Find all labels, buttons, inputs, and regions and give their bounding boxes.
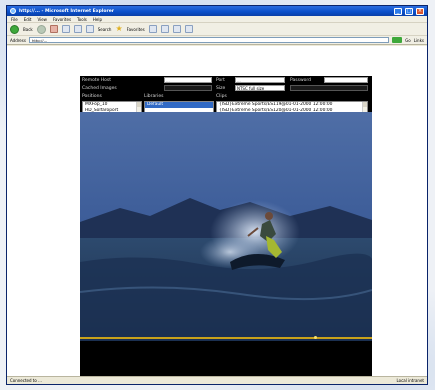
address-input[interactable]: http://...	[28, 37, 390, 43]
positions-label: Positions	[82, 94, 102, 99]
address-bar: Address http://... Go Links	[7, 36, 427, 45]
toolbar: Back Search ★ Favorites	[7, 23, 427, 36]
libraries-label: Libraries	[144, 94, 164, 99]
links-label[interactable]: Links	[414, 38, 424, 43]
stop-icon[interactable]	[49, 25, 58, 33]
menu-edit[interactable]: Edit	[24, 17, 32, 22]
print-icon[interactable]	[184, 25, 193, 33]
favorites-button-label[interactable]: Favorites	[127, 27, 145, 32]
cached-images-label: Cached Images	[82, 86, 117, 91]
search-button-label[interactable]: Search	[98, 27, 112, 32]
menu-file[interactable]: File	[11, 17, 18, 22]
ie-icon	[10, 8, 16, 14]
timeline-knob[interactable]	[313, 336, 317, 339]
history-icon[interactable]	[160, 25, 169, 33]
back-arrow-icon[interactable]	[10, 24, 19, 34]
window-title: http://... - Microsoft Internet Explorer	[19, 8, 114, 14]
playback-timeline[interactable]	[80, 336, 372, 339]
close-button[interactable]: ×	[416, 7, 424, 15]
menu-tools[interactable]: Tools	[77, 17, 87, 22]
zone-text: Local intranet	[396, 378, 424, 383]
status-bar: Connected to ... Local intranet	[7, 376, 427, 384]
menu-view[interactable]: View	[37, 17, 47, 22]
home-icon[interactable]	[73, 25, 82, 33]
page-content: Remote Host ... Port ... Password Cached…	[7, 46, 427, 376]
menu-bar: File Edit View Favorites Tools Help	[7, 16, 427, 23]
remote-host-input[interactable]: ...	[164, 77, 212, 83]
back-button-label[interactable]: Back	[23, 27, 33, 32]
size-select[interactable]: NTSC full size	[235, 85, 285, 91]
browser-window: http://... - Microsoft Internet Explorer…	[6, 5, 428, 385]
password-input[interactable]	[324, 77, 368, 83]
video-frame[interactable]	[80, 112, 372, 341]
list-item[interactable]: Default	[145, 102, 213, 108]
menu-help[interactable]: Help	[93, 17, 102, 22]
connect-field[interactable]	[290, 85, 368, 91]
remote-host-label: Remote Host	[82, 78, 112, 83]
clips-label: Clips	[216, 94, 227, 99]
status-text: Connected to ...	[10, 378, 42, 383]
media-icon[interactable]	[148, 25, 157, 33]
maximize-button[interactable]: □	[405, 7, 413, 15]
port-input[interactable]: ...	[235, 77, 285, 83]
go-button[interactable]	[392, 37, 403, 43]
port-label: Port	[216, 78, 225, 83]
video-image	[80, 112, 372, 341]
title-bar: http://... - Microsoft Internet Explorer…	[7, 6, 427, 16]
minimize-button[interactable]: _	[394, 7, 402, 15]
refresh-icon[interactable]	[61, 25, 70, 33]
address-label: Address	[10, 37, 26, 43]
mail-icon[interactable]	[172, 25, 181, 33]
size-label: Size	[216, 86, 226, 91]
password-label: Password	[290, 78, 312, 83]
menu-favorites[interactable]: Favorites	[53, 17, 71, 22]
favorites-star-icon[interactable]: ★	[115, 25, 122, 33]
clip-viewer-app: Remote Host ... Port ... Password Cached…	[80, 76, 372, 376]
search-icon[interactable]	[85, 25, 94, 33]
forward-arrow-icon[interactable]	[36, 24, 46, 34]
cached-images-input[interactable]	[164, 85, 212, 91]
go-label[interactable]: Go	[405, 38, 411, 43]
